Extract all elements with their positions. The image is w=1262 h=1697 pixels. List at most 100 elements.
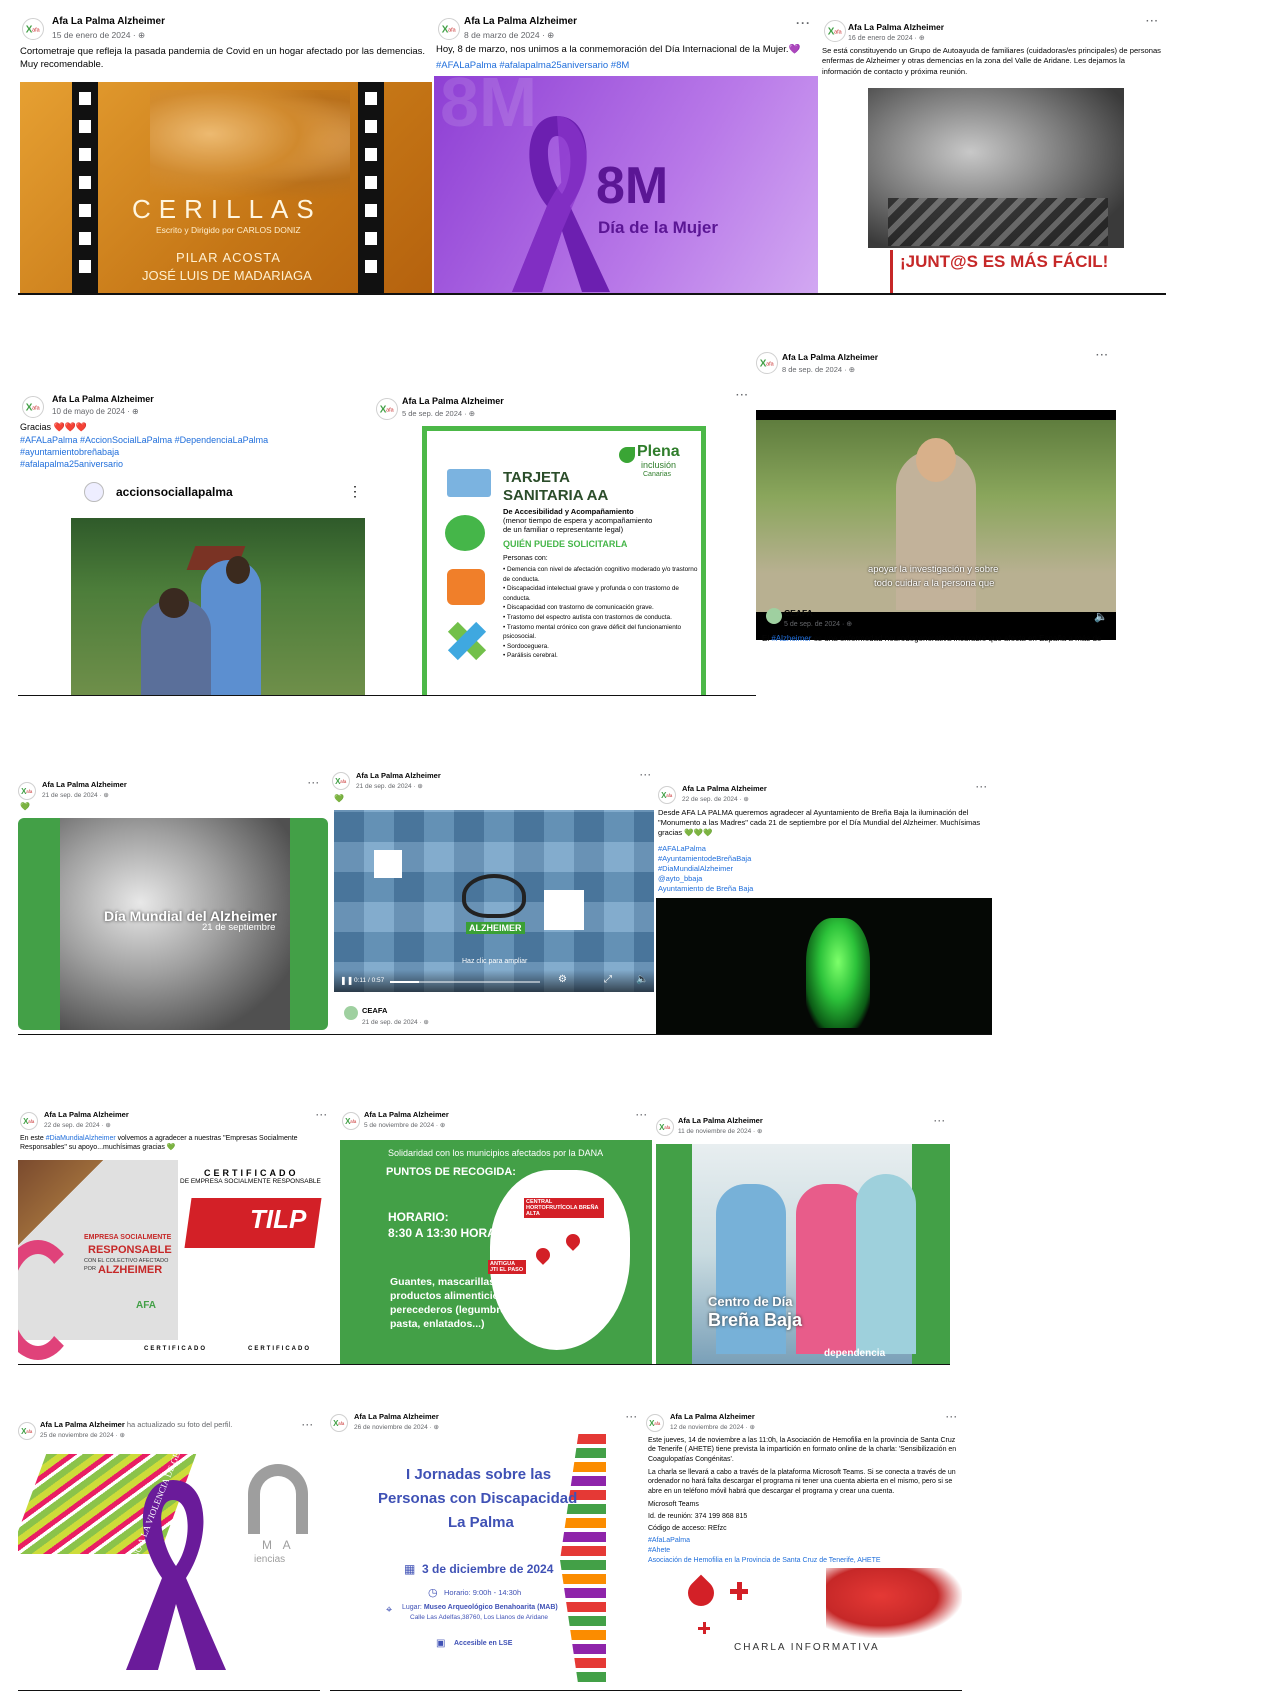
shared-author[interactable]: CEAFA [784, 608, 813, 618]
settings-icon[interactable]: ⚙ [558, 974, 567, 985]
author-name[interactable]: Afa La Palma Alzheimer [464, 16, 577, 27]
more-options-button[interactable]: ··· [316, 1110, 328, 1120]
post-date[interactable]: 12 de noviembre de 2024 · ⊕ [670, 1423, 755, 1431]
post-mention[interactable]: Ayuntamiento de Breña Baja [658, 884, 753, 894]
author-name[interactable]: Afa La Palma Alzheimer [52, 394, 154, 404]
author-name[interactable]: Afa La Palma Alzheimer [364, 1110, 449, 1119]
hemofilia-banner[interactable]: CHARLA INFORMATIVA [646, 1568, 962, 1688]
post-mention[interactable]: Asociación de Hemofilia en la Provincia … [648, 1556, 881, 1565]
post-date[interactable]: 8 de sep. de 2024 · ⊕ [782, 365, 855, 374]
post-date[interactable]: 11 de noviembre de 2024 · ⊕ [678, 1127, 762, 1135]
monumento-photo[interactable] [656, 898, 992, 1034]
avatar[interactable]: Xafa [18, 1422, 36, 1440]
more-options-button[interactable]: ··· [1146, 16, 1159, 27]
post-hashtag[interactable]: #AyuntamientodeBreñaBaja [658, 854, 751, 864]
post-hashtags[interactable]: #afalapalma25aniversario [20, 458, 123, 470]
more-options-button[interactable]: ··· [308, 778, 320, 788]
avatar[interactable]: Xafa [438, 18, 460, 40]
volume-icon[interactable]: 🔈 [636, 974, 648, 985]
more-options-button[interactable]: ··· [302, 1420, 314, 1430]
post-hashtag[interactable]: #AfaLaPalma [648, 1536, 690, 1545]
post-hashtags[interactable]: #AFALaPalma #AccionSocialLaPalma #Depend… [20, 434, 372, 446]
more-options-button[interactable]: ··· [976, 782, 988, 792]
post-hashtag[interactable]: #Ahete [648, 1546, 670, 1555]
avatar[interactable]: Xafa [656, 1118, 674, 1136]
author-name[interactable]: Afa La Palma Alzheimer [402, 396, 504, 406]
post-hashtags[interactable]: #AFALaPalma #afalapalma25aniversario #8M [436, 60, 816, 73]
ig-account-name[interactable]: accionsociallapalma [116, 485, 233, 499]
instagram-embed-header[interactable]: accionsociallapalma ⋮ [78, 478, 374, 508]
post-hashtag[interactable]: #DiaMundialAlzheimer [658, 864, 733, 874]
avatar[interactable]: Xafa [22, 396, 44, 418]
volume-icon[interactable]: 🔈 [1094, 610, 1108, 623]
centro-dia-photo[interactable]: Centro de Día Breña Baja dependencia [656, 1144, 950, 1364]
post-mention[interactable]: @ayto_bbaja [658, 874, 702, 884]
8m-image[interactable]: 8M 8M Día de la Mujer [434, 76, 818, 294]
shared-date[interactable]: 21 de sep. de 2024 · ⊕ [362, 1018, 429, 1026]
author-name[interactable]: Afa La Palma Alzheimer [356, 771, 441, 780]
shared-hashtag[interactable]: #Alzheimer [771, 634, 811, 643]
certificate-collage[interactable]: EMPRESA SOCIALMENTE RESPONSABLE CON EL C… [18, 1160, 334, 1364]
shared-date[interactable]: 5 de sep. de 2024 · ⊕ [784, 620, 852, 628]
more-options-button[interactable]: ··· [736, 390, 749, 401]
tarjeta-infographic[interactable]: Plena inclusión Canarias TARJETA SANITAR… [422, 426, 706, 696]
shared-avatar[interactable] [344, 1006, 358, 1020]
fullscreen-icon[interactable]: ⤢ [604, 974, 612, 985]
hands-photo[interactable] [868, 88, 1124, 248]
more-options-button[interactable]: ··· [796, 16, 811, 30]
post-date[interactable]: 21 de sep. de 2024 · ⊕ [356, 782, 423, 790]
post-date[interactable]: 25 de noviembre de 2024 · ⊕ [40, 1431, 125, 1439]
author-name[interactable]: Afa La Palma Alzheimer [44, 1110, 129, 1119]
photo-embrace[interactable] [71, 518, 365, 696]
avatar[interactable]: Xafa [332, 772, 350, 790]
profile-photo[interactable]: NO A LA VIOLENCIA DE GÉNERO M A iencias [18, 1444, 320, 1688]
dia-mundial-image[interactable]: Día Mundial del Alzheimer 21 de septiemb… [18, 818, 328, 1030]
more-options-button[interactable]: ··· [934, 1116, 946, 1126]
author-name[interactable]: Afa La Palma Alzheimer [848, 22, 944, 32]
avatar[interactable]: Xafa [376, 398, 398, 420]
post-date[interactable]: 22 de sep. de 2024 · ⊕ [682, 795, 749, 803]
post-date[interactable]: 15 de enero de 2024 · ⊕ [52, 30, 145, 41]
avatar[interactable]: Xafa [330, 1414, 348, 1432]
avatar[interactable]: Xafa [342, 1112, 360, 1130]
author-name[interactable]: Afa La Palma Alzheimer [40, 1420, 125, 1429]
author-name[interactable]: Afa La Palma Alzheimer [682, 784, 767, 793]
post-date[interactable]: 10 de mayo de 2024 · ⊕ [52, 407, 139, 416]
post-hashtag[interactable]: #AFALaPalma [658, 844, 706, 854]
video-poster[interactable]: CERILLAS Escrito y Dirigido por CARLOS D… [20, 82, 432, 294]
author-name[interactable]: Afa La Palma Alzheimer [354, 1412, 439, 1421]
ig-more-icon[interactable]: ⋮ [348, 483, 362, 500]
more-options-button[interactable]: ··· [946, 1412, 958, 1422]
more-options-button[interactable]: ··· [636, 1110, 648, 1120]
avatar[interactable]: Xafa [20, 1112, 38, 1130]
video-progress-bar[interactable] [390, 981, 540, 983]
post-hashtag[interactable]: #DiaMundialAlzheimer [46, 1135, 116, 1142]
avatar[interactable]: Xafa [658, 786, 676, 804]
avatar[interactable]: Xafa [756, 352, 778, 374]
avatar[interactable]: Xafa [22, 18, 44, 40]
video-player[interactable]: apoyar la investigación y sobre todo cui… [756, 410, 1116, 640]
post-hashtags[interactable]: #ayuntamientobreñabaja [20, 446, 119, 458]
more-options-button[interactable]: ··· [640, 770, 652, 780]
post-date[interactable]: 5 de sep. de 2024 · ⊕ [402, 409, 475, 418]
avatar[interactable]: Xafa [824, 20, 846, 42]
post-date[interactable]: 5 de noviembre de 2024 · ⊕ [364, 1121, 445, 1129]
shared-avatar[interactable] [766, 608, 782, 624]
author-name[interactable]: Afa La Palma Alzheimer [782, 352, 878, 362]
pause-icon[interactable]: ❚❚ [340, 976, 353, 985]
author-name[interactable]: Afa La Palma Alzheimer [670, 1412, 755, 1421]
author-name[interactable]: Afa La Palma Alzheimer [52, 16, 165, 27]
post-date[interactable]: 22 de sep. de 2024 · ⊕ [44, 1121, 111, 1129]
more-options-button[interactable]: ··· [1096, 350, 1109, 361]
avatar[interactable]: Xafa [18, 782, 36, 800]
shared-author[interactable]: CEAFA [362, 1006, 387, 1015]
jornadas-poster[interactable]: I Jornadas sobre las Personas con Discap… [330, 1434, 606, 1686]
more-options-button[interactable]: ··· [626, 1412, 638, 1422]
video-player[interactable]: ALZHEIMER Haz clic para ampliar ❚❚ 0:11 … [334, 810, 654, 992]
dana-poster[interactable]: Solidaridad con los municipios afectados… [340, 1140, 652, 1364]
post-date[interactable]: 16 de enero de 2024 · ⊕ [848, 34, 925, 42]
post-date[interactable]: 26 de noviembre de 2024 · ⊕ [354, 1423, 439, 1431]
post-date[interactable]: 8 de marzo de 2024 · ⊕ [464, 30, 554, 41]
author-name[interactable]: Afa La Palma Alzheimer [42, 780, 127, 789]
author-name[interactable]: Afa La Palma Alzheimer [678, 1116, 763, 1125]
